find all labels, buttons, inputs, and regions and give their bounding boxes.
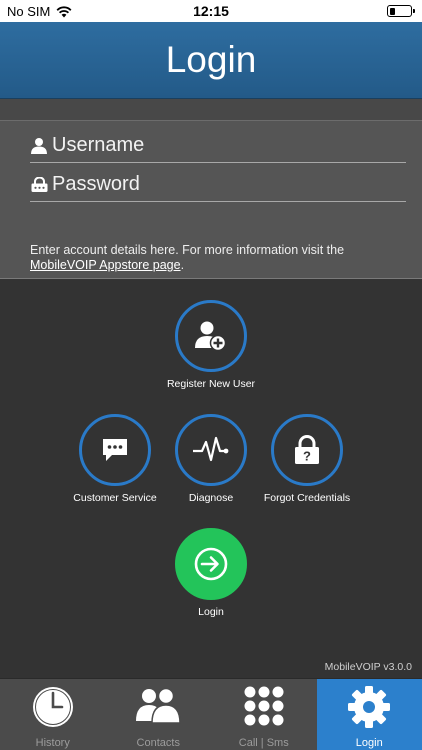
sign-in-icon bbox=[194, 547, 228, 581]
user-icon bbox=[30, 137, 48, 155]
add-user-icon bbox=[195, 321, 227, 352]
status-bar: No SIM 12:15 bbox=[0, 0, 422, 22]
gear-icon bbox=[348, 686, 391, 728]
login-label: Login bbox=[198, 606, 224, 618]
register-button[interactable] bbox=[175, 300, 247, 372]
register-action: Register New User bbox=[146, 300, 276, 390]
register-label: Register New User bbox=[166, 378, 256, 390]
tab-login-label: Login bbox=[355, 737, 383, 749]
chat-bubble-icon bbox=[103, 439, 127, 461]
clock-icon bbox=[32, 687, 73, 727]
battery-icon bbox=[387, 5, 415, 17]
login-form: Enter account details here. For more inf… bbox=[0, 121, 422, 279]
header-divider bbox=[0, 99, 422, 121]
info-suffix: . bbox=[180, 258, 185, 272]
tab-contacts-label: Contacts bbox=[136, 737, 180, 749]
forgot-credentials-action: ? Forgot Credentials bbox=[242, 414, 372, 504]
tab-bar: History Contacts Call | Sms Login bbox=[0, 678, 422, 750]
version-label: MobileVOIP v3.0.0 bbox=[324, 661, 412, 673]
keypad-icon bbox=[244, 686, 284, 726]
question-lock-icon: ? bbox=[295, 435, 319, 464]
header-bar: Login bbox=[0, 22, 422, 99]
tab-history-label: History bbox=[35, 737, 70, 749]
svg-text:?: ? bbox=[303, 449, 311, 464]
customer-service-label: Customer Service bbox=[73, 492, 157, 504]
appstore-link[interactable]: MobileVOIP Appstore page bbox=[30, 258, 181, 272]
pulse-icon bbox=[193, 436, 229, 462]
page-title: Login bbox=[165, 39, 257, 80]
clock-time: 12:15 bbox=[193, 3, 229, 19]
login-button[interactable] bbox=[175, 528, 247, 600]
tab-call-sms[interactable]: Call | Sms bbox=[211, 679, 317, 750]
diagnose-label: Diagnose bbox=[188, 492, 234, 504]
tab-call-sms-label: Call | Sms bbox=[238, 737, 289, 749]
diagnose-button[interactable] bbox=[175, 414, 247, 486]
battery-fill bbox=[389, 7, 396, 15]
password-field bbox=[30, 168, 406, 202]
lock-icon bbox=[30, 176, 48, 194]
info-text: Enter account details here. For more inf… bbox=[30, 243, 410, 273]
info-message: Enter account details here. For more inf… bbox=[30, 243, 345, 257]
forgot-credentials-button[interactable]: ? bbox=[271, 414, 343, 486]
contacts-icon bbox=[136, 687, 182, 724]
tab-history[interactable]: History bbox=[0, 679, 106, 750]
tab-login[interactable]: Login bbox=[316, 679, 422, 750]
username-field bbox=[30, 129, 406, 163]
customer-service-button[interactable] bbox=[79, 414, 151, 486]
tab-contacts[interactable]: Contacts bbox=[106, 679, 212, 750]
password-input[interactable] bbox=[52, 173, 392, 196]
username-input[interactable] bbox=[52, 134, 392, 157]
login-action: Login bbox=[146, 528, 276, 618]
forgot-credentials-label: Forgot Credentials bbox=[263, 492, 351, 504]
